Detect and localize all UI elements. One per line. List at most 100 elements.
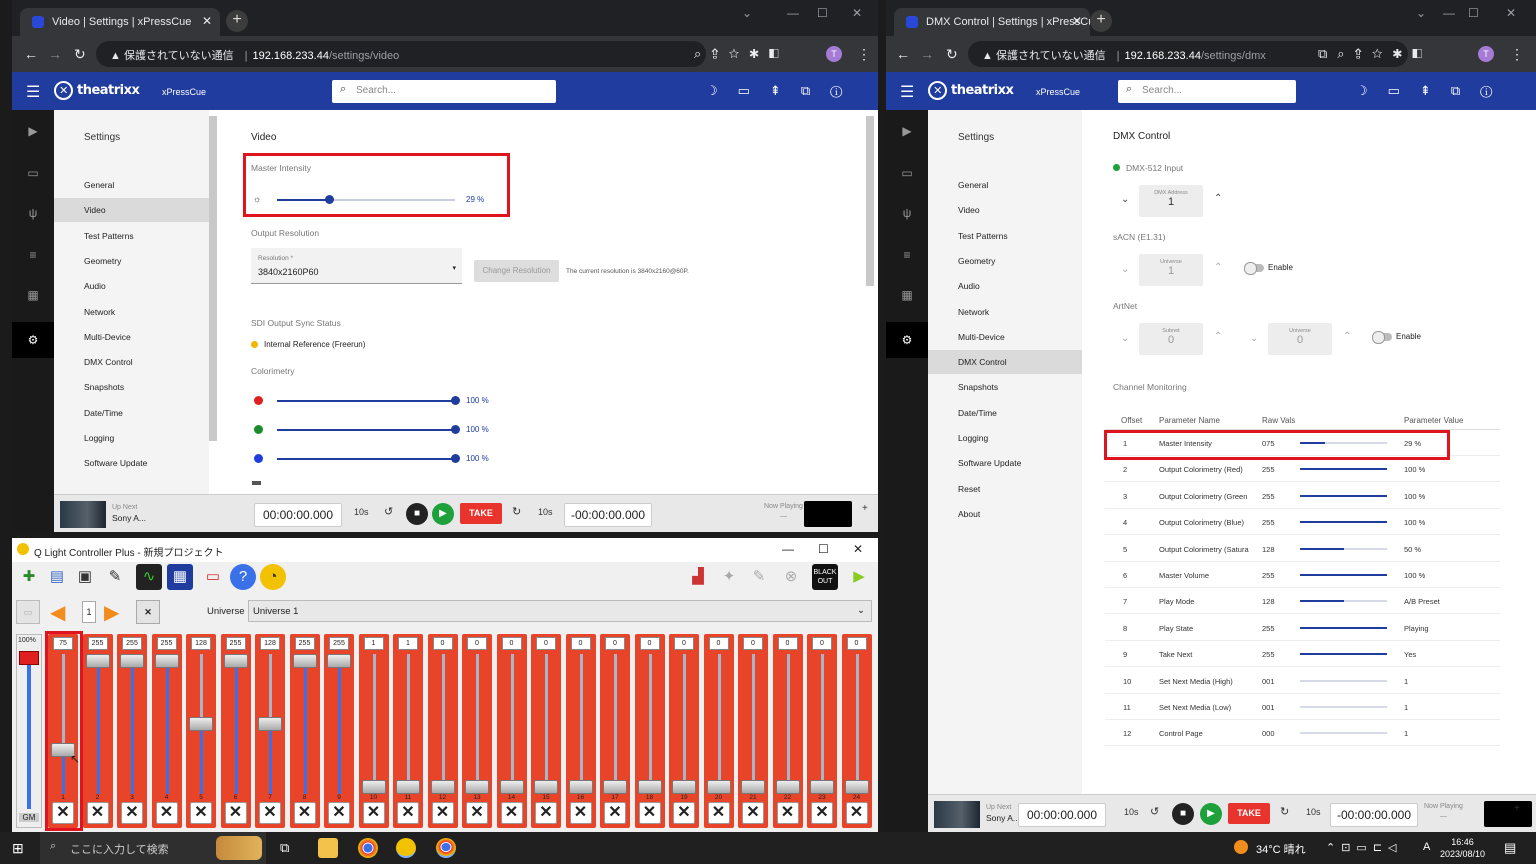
reload-icon[interactable]: ↻ — [946, 46, 958, 63]
sidebar-item-audio[interactable]: Audio — [54, 274, 209, 298]
sidebar-item-general[interactable]: General — [54, 173, 209, 197]
channel-fader-17[interactable]: 0 17 ✕ — [600, 634, 630, 828]
channel-fader-21[interactable]: 0 21 ✕ — [738, 634, 768, 828]
colorimetry-handle-3[interactable] — [451, 454, 460, 463]
channel-reset-button[interactable]: ✕ — [535, 802, 557, 824]
close-window-icon[interactable]: ✕ — [1506, 6, 1516, 20]
dmx-address-field[interactable]: DMX Address 1 — [1139, 185, 1203, 217]
play-button[interactable]: ▶ — [1200, 803, 1222, 825]
forward-icon[interactable]: → — [48, 46, 62, 62]
sidebar-item-date-time[interactable]: Date/Time — [928, 401, 1082, 425]
url-field[interactable]: ▲ 保護されていない通信 | 192.168.233.44/settings/vid… — [96, 41, 706, 67]
sidebar-item-test-patterns[interactable]: Test Patterns — [54, 224, 209, 248]
sidebar-item-snapshots[interactable]: Snapshots — [54, 375, 209, 399]
profile-avatar[interactable]: T — [1478, 46, 1494, 62]
toolbar-icons[interactable]: ⌕⇪☆✱◧ — [694, 46, 789, 62]
chrome-icon[interactable] — [358, 838, 378, 858]
subnet-increment[interactable]: ⌃ — [1214, 331, 1222, 342]
channel-fader-23[interactable]: 0 23 ✕ — [807, 634, 837, 828]
profile-avatar[interactable]: T — [826, 46, 842, 62]
header-action-icons[interactable]: ☽▭⇞⧉ⓘ — [706, 83, 862, 99]
colorimetry-handle-2[interactable] — [451, 425, 460, 434]
channel-handle[interactable] — [775, 780, 800, 794]
channel-handle[interactable] — [85, 654, 110, 668]
channel-handle[interactable] — [292, 654, 317, 668]
grid-icon[interactable]: ▦ — [886, 288, 928, 302]
save-icon[interactable]: ▣ — [72, 564, 98, 590]
play-mode-icon[interactable]: ▶ — [846, 564, 872, 590]
channel-reset-button[interactable]: ✕ — [190, 802, 212, 824]
sidebar-item-test-patterns[interactable]: Test Patterns — [928, 224, 1082, 248]
redo-icon[interactable]: ↻ — [512, 505, 521, 518]
sidebar-item-logging[interactable]: Logging — [928, 426, 1082, 450]
channel-fader-2[interactable]: 255 2 ✕ — [82, 634, 113, 828]
sidebar-item-software-update[interactable]: Software Update — [928, 451, 1082, 475]
playback-icon[interactable]: ▶ — [886, 124, 928, 138]
up-next[interactable]: Up Next Sony A... — [112, 503, 146, 523]
channel-handle[interactable] — [430, 780, 455, 794]
taskbar-search-input[interactable]: ⌕ ここに入力して検索 — [40, 832, 266, 864]
sidebar-item-snapshots[interactable]: Snapshots — [928, 375, 1082, 399]
skip-forward-label[interactable]: 10s — [1306, 807, 1321, 817]
close-tab-icon[interactable]: ✕ — [1072, 14, 1082, 28]
close-tab-icon[interactable]: ✕ — [202, 14, 212, 28]
channel-reset-button[interactable]: ✕ — [431, 802, 454, 824]
stop-button[interactable]: ■ — [1172, 803, 1194, 825]
more-icon[interactable]: + — [862, 503, 868, 514]
dmx-address-increment[interactable]: ⌃ — [1214, 193, 1222, 204]
hamburger-icon[interactable]: ☰ — [26, 82, 40, 102]
channel-handle[interactable] — [189, 717, 213, 731]
list-icon[interactable]: ≡ — [886, 248, 928, 262]
task-view-icon[interactable]: ⧉ — [280, 840, 289, 856]
sidebar-item-network[interactable]: Network — [54, 300, 209, 324]
channel-reset-button[interactable]: ✕ — [224, 802, 247, 824]
sacn-enable-toggle[interactable] — [1244, 262, 1264, 275]
channel-fader-15[interactable]: 0 15 ✕ — [531, 634, 561, 828]
stop-all-icon[interactable]: ⊗ — [778, 564, 804, 590]
browser-tab[interactable]: DMX Control | Settings | xPressCu ✕ — [894, 8, 1090, 36]
minimize-icon[interactable]: — — [1443, 6, 1455, 20]
sidebar-scrollbar[interactable] — [209, 116, 217, 441]
channel-reset-button[interactable]: ✕ — [86, 802, 109, 824]
grid-icon[interactable]: ▦ — [12, 288, 54, 302]
back-icon[interactable]: ← — [24, 46, 38, 62]
channel-handle[interactable] — [741, 780, 765, 794]
channel-fader-19[interactable]: 0 19 ✕ — [669, 634, 699, 828]
clear-page-icon[interactable]: ▭ — [16, 600, 40, 624]
channel-handle[interactable] — [637, 780, 662, 794]
channel-fader-16[interactable]: 0 16 ✕ — [565, 634, 596, 828]
colorimetry-slider-3[interactable] — [277, 458, 455, 460]
change-resolution-button[interactable]: Change Resolution — [474, 260, 559, 282]
channel-reset-button[interactable]: ✕ — [569, 802, 592, 824]
close-window-icon[interactable]: ✕ — [852, 6, 862, 20]
search-input[interactable]: ⌕ Search... — [332, 80, 556, 103]
open-project-icon[interactable]: ▤ — [44, 564, 70, 590]
help-icon[interactable]: ? — [230, 564, 256, 590]
replay-icon[interactable]: ↺ — [384, 505, 393, 518]
menu-kebab-icon[interactable]: ⋮ — [1510, 46, 1524, 63]
usb-icon[interactable]: ψ — [12, 206, 54, 220]
ime-indicator[interactable]: A — [1423, 841, 1430, 853]
channel-fader-18[interactable]: 0 18 ✕ — [634, 634, 665, 828]
sidebar-item-network[interactable]: Network — [928, 300, 1082, 324]
sidebar-item-geometry[interactable]: Geometry — [928, 249, 1082, 273]
file-explorer-icon[interactable] — [318, 838, 338, 858]
sacn-universe-field[interactable]: Universe 1 — [1139, 254, 1203, 286]
tab-search-icon[interactable]: ⌄ — [1416, 6, 1426, 20]
channel-reset-button[interactable]: ✕ — [259, 802, 281, 824]
maximize-icon[interactable]: ☐ — [1468, 6, 1479, 20]
channel-fader-8[interactable]: 255 8 ✕ — [289, 634, 320, 828]
disabled-edit-icon[interactable]: ✎ — [746, 564, 772, 590]
maximize-icon[interactable]: ☐ — [817, 6, 828, 20]
channel-handle[interactable] — [327, 654, 351, 668]
notification-icon[interactable]: ▤ — [1504, 840, 1516, 856]
folder-icon[interactable]: ▭ — [12, 166, 54, 180]
prev-page-arrow-icon[interactable]: ◀ — [50, 600, 65, 625]
redo-icon[interactable]: ↻ — [1280, 805, 1289, 818]
channel-reset-button[interactable]: ✕ — [776, 802, 799, 824]
blackout-button[interactable]: BLACK OUT — [812, 564, 838, 590]
folder-icon[interactable]: ▭ — [886, 166, 928, 180]
skip-forward-label[interactable]: 10s — [538, 507, 553, 517]
channel-reset-button[interactable]: ✕ — [155, 802, 178, 824]
sidebar-item-multi-device[interactable]: Multi-Device — [928, 325, 1082, 349]
